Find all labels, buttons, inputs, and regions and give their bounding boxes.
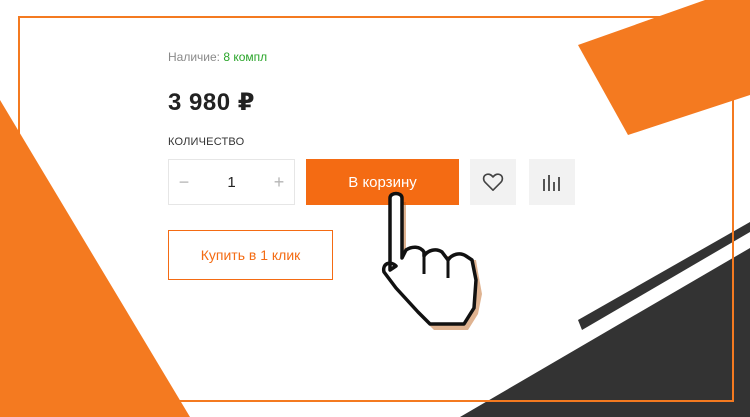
buy-one-click-button[interactable]: Купить в 1 клик — [168, 230, 333, 280]
availability-info: Наличие: 8 компл — [168, 50, 267, 64]
compare-icon — [543, 175, 560, 191]
compare-button[interactable] — [529, 159, 575, 205]
quantity-decrease-button[interactable]: − — [169, 172, 199, 193]
quantity-value[interactable]: 1 — [227, 174, 235, 191]
product-card-frame — [18, 16, 734, 402]
availability-value: 8 компл — [223, 50, 268, 64]
hand-pointer-icon — [381, 191, 482, 330]
availability-label: Наличие: — [168, 50, 221, 64]
product-price: 3 980 ₽ — [168, 89, 255, 116]
quantity-title: КОЛИЧЕСТВО — [168, 136, 245, 148]
quantity-stepper: − 1 + — [168, 159, 295, 205]
quantity-increase-button[interactable]: + — [264, 172, 294, 193]
heart-icon — [482, 173, 504, 191]
